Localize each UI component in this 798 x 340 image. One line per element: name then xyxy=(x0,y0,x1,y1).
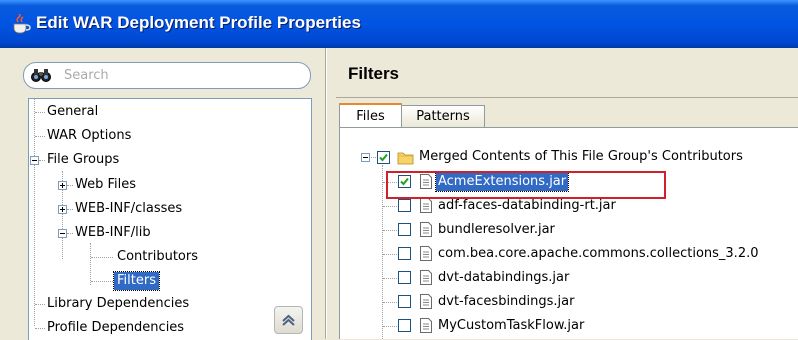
file-icon xyxy=(420,246,432,261)
tab-patterns[interactable]: Patterns xyxy=(401,105,485,127)
root-node-label[interactable]: Merged Contents of This File Group's Con… xyxy=(419,148,743,166)
page-title: Filters xyxy=(348,64,400,83)
nav-item-file-groups[interactable]: File Groups xyxy=(47,151,119,169)
tree-connector xyxy=(382,165,383,339)
file-checkbox[interactable] xyxy=(398,247,411,260)
nav-item-filters[interactable]: Filters xyxy=(113,271,160,291)
header-divider xyxy=(336,97,798,98)
expand-icon[interactable] xyxy=(58,181,67,190)
tree-connector xyxy=(39,160,45,161)
scroll-up-button[interactable] xyxy=(274,306,303,334)
tree-connector xyxy=(91,281,113,282)
title-bar[interactable]: Edit WAR Deployment Profile Properties xyxy=(0,0,798,48)
tree-connector xyxy=(90,243,91,285)
file-item-label[interactable]: bundleresolver.jar xyxy=(438,221,555,239)
tree-connector xyxy=(383,254,397,255)
root-checkbox[interactable] xyxy=(377,151,390,164)
file-icon xyxy=(420,318,432,333)
splitter[interactable] xyxy=(325,48,327,339)
window-title: Edit WAR Deployment Profile Properties xyxy=(36,13,361,32)
tree-connector xyxy=(383,206,397,207)
collapse-icon[interactable] xyxy=(30,156,39,165)
tree-connector xyxy=(67,185,73,186)
nav-item-web-inf-lib[interactable]: WEB-INF/lib xyxy=(75,224,151,242)
nav-item-web-files[interactable]: Web Files xyxy=(75,176,136,194)
file-icon xyxy=(420,198,432,213)
nav-item-web-inf-classes[interactable]: WEB-INF/classes xyxy=(75,200,182,218)
file-tree: Merged Contents of This File Group's Con… xyxy=(353,139,798,339)
chevron-up-icon xyxy=(282,314,295,326)
file-item-label[interactable]: dvt-facesbindings.jar xyxy=(438,293,574,311)
tree-connector xyxy=(34,99,35,326)
tree-connector xyxy=(35,112,45,113)
collapse-icon[interactable] xyxy=(361,153,370,162)
file-checkbox[interactable] xyxy=(398,271,411,284)
expand-icon[interactable] xyxy=(58,205,67,214)
tree-connector xyxy=(383,326,397,327)
tree-connector xyxy=(67,209,73,210)
search-input[interactable] xyxy=(64,66,294,84)
nav-item-war-options[interactable]: WAR Options xyxy=(47,127,131,145)
java-cup-icon xyxy=(13,14,31,34)
file-checkbox[interactable] xyxy=(398,199,411,212)
file-icon xyxy=(420,294,432,309)
file-item-label[interactable]: MyCustomTaskFlow.jar xyxy=(438,317,584,335)
tree-connector xyxy=(383,278,397,279)
tree-connector xyxy=(35,328,45,329)
highlight-annotation xyxy=(386,171,666,199)
checkmark-icon xyxy=(379,153,388,162)
file-item-label[interactable]: adf-faces-databinding-rt.jar xyxy=(438,197,616,215)
collapse-icon[interactable] xyxy=(58,229,67,238)
file-icon xyxy=(420,222,432,237)
nav-item-contributors[interactable]: Contributors xyxy=(117,248,198,266)
tab-files[interactable]: Files xyxy=(339,103,402,127)
file-item-label[interactable]: com.bea.core.apache.commons.collections_… xyxy=(438,245,759,263)
nav-tree: General WAR Options File Groups Web File… xyxy=(28,98,312,340)
nav-item-general[interactable]: General xyxy=(47,103,98,121)
folder-icon xyxy=(397,152,414,165)
tree-connector xyxy=(67,233,73,234)
file-checkbox[interactable] xyxy=(398,223,411,236)
tree-connector xyxy=(91,257,113,258)
file-checkbox[interactable] xyxy=(398,319,411,332)
nav-item-library-dependencies[interactable]: Library Dependencies xyxy=(47,295,189,313)
tree-connector xyxy=(383,230,397,231)
nav-item-profile-dependencies[interactable]: Profile Dependencies xyxy=(47,319,184,337)
file-icon xyxy=(420,270,432,285)
search-box[interactable] xyxy=(23,62,311,89)
file-item-label[interactable]: dvt-databindings.jar xyxy=(438,269,569,287)
tree-connector xyxy=(35,304,45,305)
tree-connector xyxy=(383,302,397,303)
file-checkbox[interactable] xyxy=(398,295,411,308)
tree-connector xyxy=(35,136,45,137)
binoculars-icon xyxy=(31,69,51,82)
tree-connector xyxy=(371,157,376,158)
